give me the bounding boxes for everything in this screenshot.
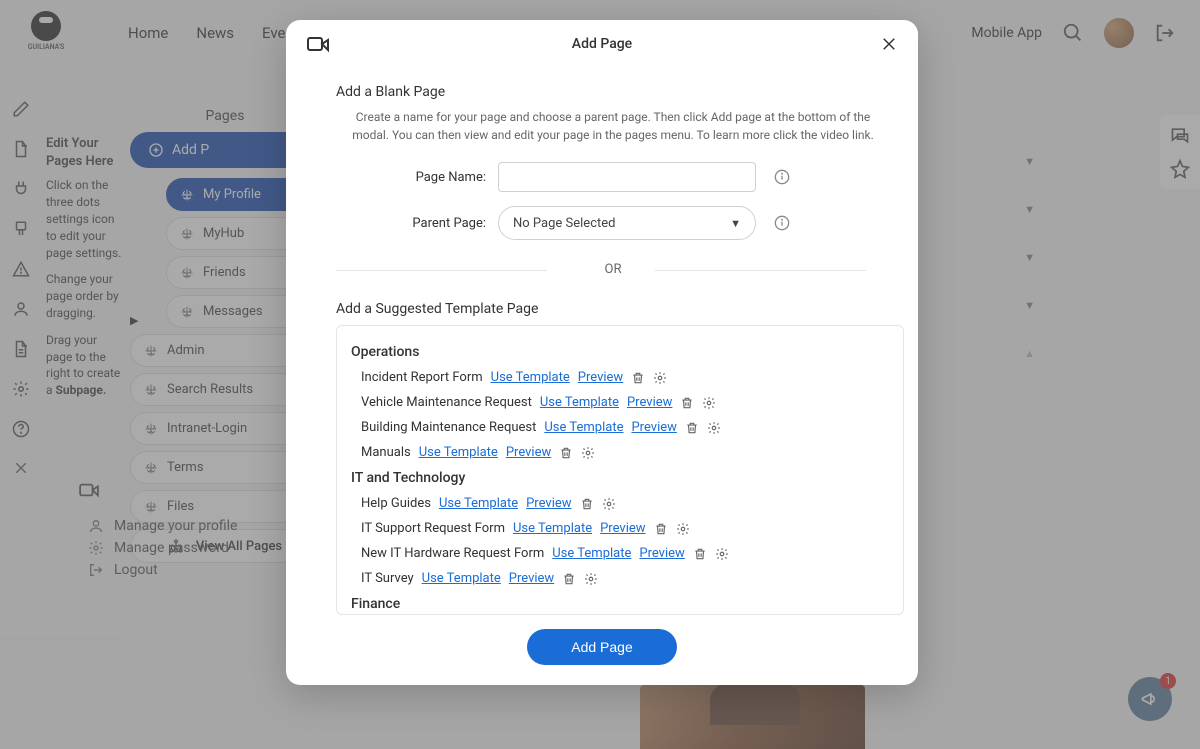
gear-icon[interactable] [707,421,721,435]
trash-icon[interactable] [562,572,576,586]
page-name-input[interactable] [498,162,756,192]
template-name: IT Survey [361,571,414,586]
gear-icon[interactable] [602,497,616,511]
template-row: Manuals Use Template Preview [351,445,889,460]
chevron-down-icon: ▼ [730,217,741,230]
parent-page-label: Parent Page: [336,216,486,231]
preview-link[interactable]: Preview [526,496,571,511]
suggested-template-title: Add a Suggested Template Page [336,301,890,317]
gear-icon[interactable] [584,572,598,586]
add-page-submit-button[interactable]: Add Page [527,629,677,665]
parent-page-select[interactable]: No Page Selected ▼ [498,206,756,240]
template-row: Building Maintenance Request Use Template… [351,420,889,435]
template-category: Operations [351,344,889,360]
add-page-modal: Add Page Add a Blank Page Create a name … [286,20,918,685]
close-icon[interactable] [880,35,898,53]
template-name: Manuals [361,445,411,460]
template-name: Vehicle Maintenance Request [361,395,532,410]
trash-icon[interactable] [559,446,573,460]
gear-icon[interactable] [676,522,690,536]
template-row: New IT Hardware Request Form Use Template… [351,546,889,561]
template-name: Help Guides [361,496,431,511]
blank-page-title: Add a Blank Page [336,84,890,100]
preview-link[interactable]: Preview [631,420,676,435]
preview-link[interactable]: Preview [509,571,554,586]
preview-link[interactable]: Preview [627,395,672,410]
info-icon[interactable] [774,169,790,185]
use-template-link[interactable]: Use Template [491,370,570,385]
use-template-link[interactable]: Use Template [419,445,498,460]
page-name-label: Page Name: [336,170,486,185]
template-category: IT and Technology [351,470,889,486]
template-name: New IT Hardware Request Form [361,546,544,561]
preview-link[interactable]: Preview [600,521,645,536]
gear-icon[interactable] [581,446,595,460]
info-icon[interactable] [774,215,790,231]
template-row: Incident Report Form Use Template Preview [351,370,889,385]
use-template-link[interactable]: Use Template [422,571,501,586]
or-divider: OR [336,262,890,277]
trash-icon[interactable] [654,522,668,536]
template-row: IT Survey Use Template Preview [351,571,889,586]
use-template-link[interactable]: Use Template [439,496,518,511]
gear-icon[interactable] [715,547,729,561]
video-icon[interactable] [306,35,330,53]
trash-icon[interactable] [631,371,645,385]
preview-link[interactable]: Preview [578,370,623,385]
use-template-link[interactable]: Use Template [552,546,631,561]
template-row: Vehicle Maintenance Request Use Template P… [351,395,889,410]
template-row: Help Guides Use Template Preview [351,496,889,511]
use-template-link[interactable]: Use Template [513,521,592,536]
template-name: IT Support Request Form [361,521,505,536]
template-name: Building Maintenance Request [361,420,536,435]
modal-title: Add Page [572,36,632,52]
help-text: Create a name for your page and choose a… [336,108,890,144]
trash-icon[interactable] [685,421,699,435]
gear-icon[interactable] [702,396,716,410]
trash-icon[interactable] [693,547,707,561]
gear-icon[interactable] [653,371,667,385]
trash-icon[interactable] [680,396,694,410]
preview-link[interactable]: Preview [506,445,551,460]
trash-icon[interactable] [580,497,594,511]
template-row: IT Support Request Form Use Template Previ… [351,521,889,536]
template-name: Incident Report Form [361,370,483,385]
use-template-link[interactable]: Use Template [540,395,619,410]
use-template-link[interactable]: Use Template [544,420,623,435]
templates-list[interactable]: Operations Incident Report Form Use Templa… [337,326,903,614]
preview-link[interactable]: Preview [639,546,684,561]
template-category: Finance [351,596,889,612]
